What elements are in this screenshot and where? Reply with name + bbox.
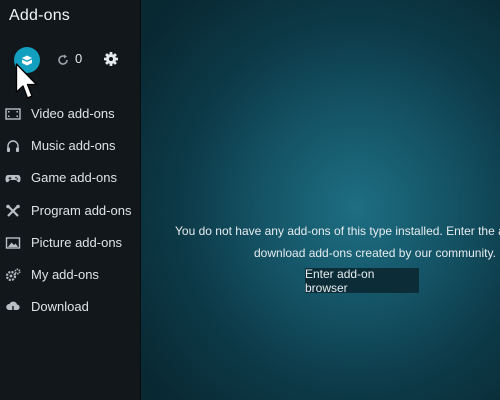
sidebar-item-label: Video add-ons (31, 106, 115, 121)
empty-message-line-1: You do not have any add-ons of this type… (175, 224, 500, 238)
empty-message-line-2: download add-ons created by our communit… (254, 246, 496, 260)
page-title: Add-ons (9, 7, 70, 24)
picture-icon (5, 237, 21, 249)
sidebar-item-video-addons[interactable]: Video add-ons (0, 98, 141, 130)
sidebar-item-label: Download (31, 299, 89, 315)
sidebar-item-picture-addons[interactable]: Picture add-ons (0, 227, 141, 259)
gamepad-icon (5, 175, 21, 183)
refresh-icon[interactable] (56, 53, 70, 67)
cloud-download-icon (6, 301, 20, 314)
gear-icon[interactable] (103, 51, 119, 67)
sidebar-item-label: Game add-ons (31, 170, 117, 186)
sidebar-item-download[interactable]: Download (0, 291, 141, 323)
sidebar-item-my-addons[interactable]: My add-ons (0, 259, 141, 291)
sidebar: Add-ons 0 Video add-ons Music add-ons Ga… (0, 0, 141, 400)
update-count: 0 (75, 51, 83, 66)
gears-icon (5, 268, 21, 282)
sidebar-item-game-addons[interactable]: Game add-ons (0, 162, 141, 194)
headphones-icon (7, 140, 19, 153)
sidebar-item-label: Picture add-ons (31, 234, 123, 250)
sidebar-item-label: My add-ons (31, 266, 99, 282)
addon-category-menu: Video add-ons Music add-ons Game add-ons (0, 98, 141, 323)
tools-icon (6, 204, 20, 217)
sidebar-item-program-addons[interactable]: Program add-ons (0, 195, 141, 227)
sidebar-item-music-addons[interactable]: Music add-ons (0, 130, 141, 162)
main-panel: You do not have any add-ons of this type… (141, 0, 500, 400)
enter-addon-browser-button[interactable]: Enter add-on browser (305, 267, 419, 295)
sidebar-item-label: Music add-ons (31, 138, 116, 154)
mouse-pointer-icon (15, 63, 38, 99)
film-icon (5, 108, 21, 120)
sidebar-item-label: Program add-ons (31, 202, 132, 218)
